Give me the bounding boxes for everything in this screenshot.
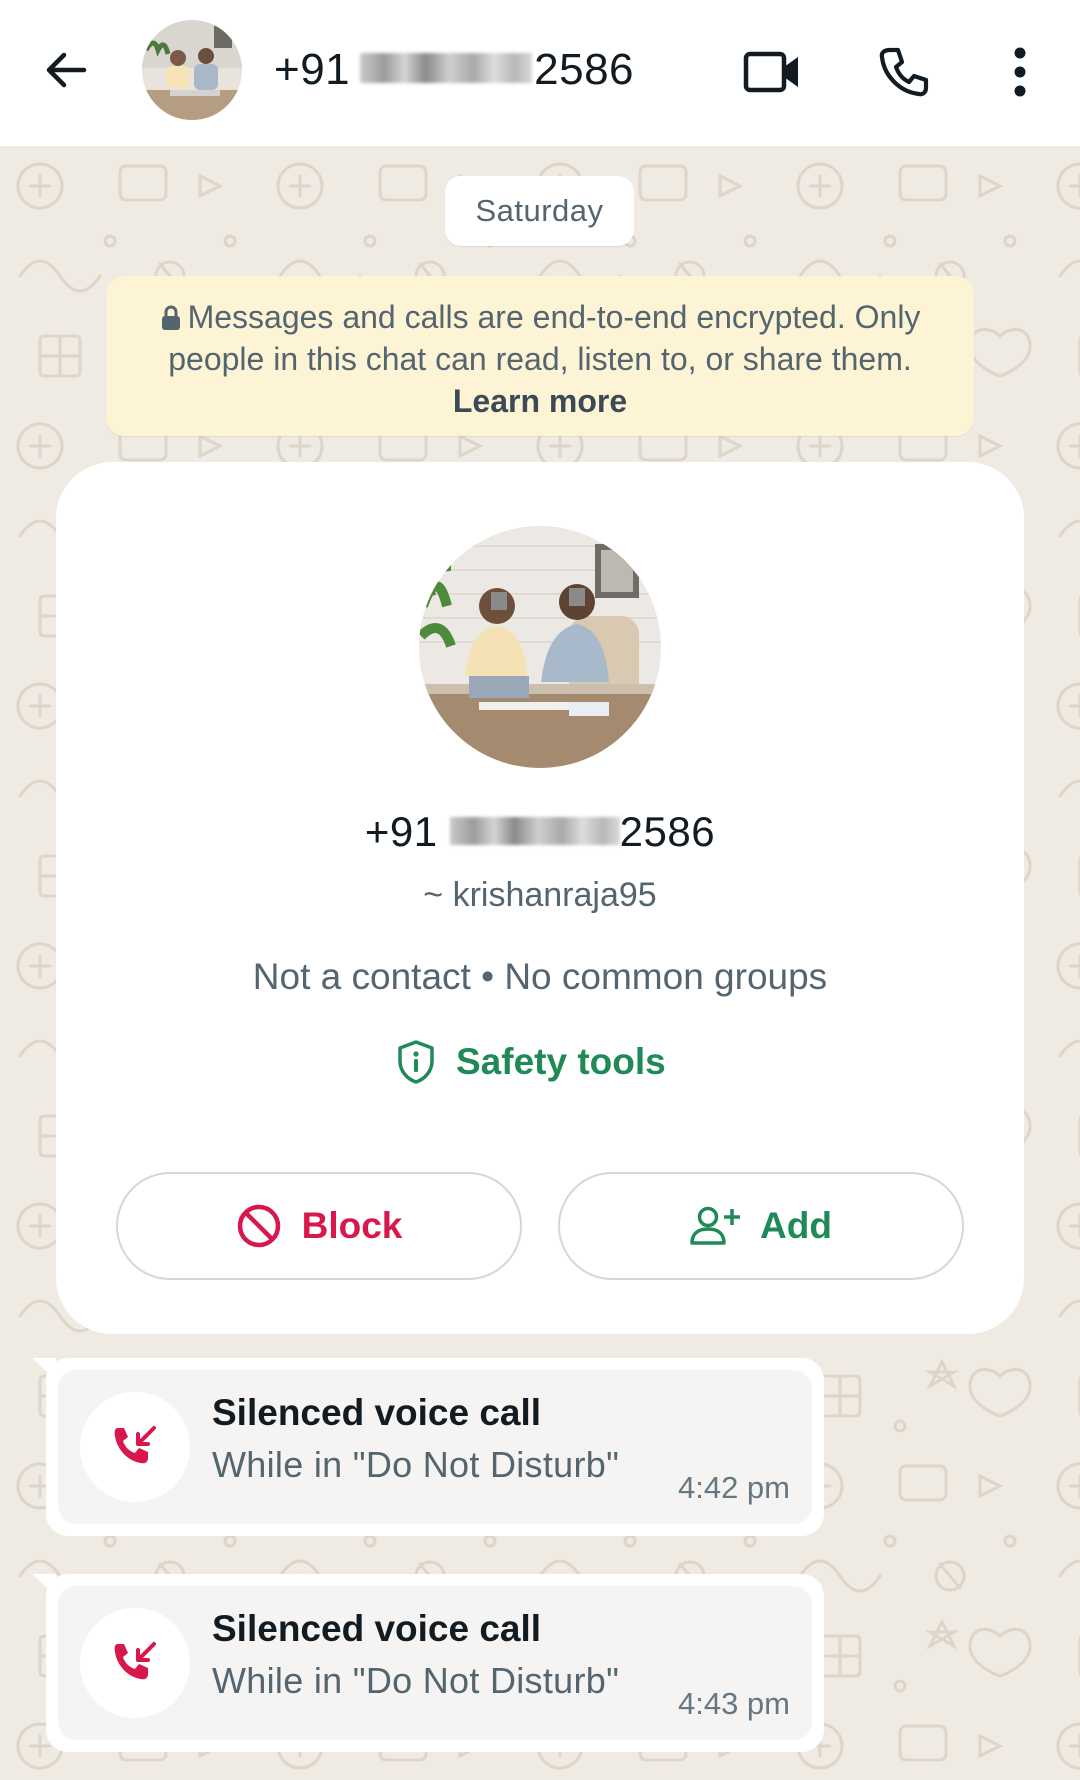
- call-title: Silenced voice call: [212, 1608, 542, 1649]
- call-message-content: Silenced voice call While in "Do Not Dis…: [58, 1586, 812, 1740]
- video-camera-icon: [743, 51, 798, 93]
- redacted-phone-digits: [449, 816, 620, 845]
- contact-info-card: +91 2586 ~ krishanraja95 Not a contact • …: [56, 462, 1024, 1334]
- call-timestamp: 4:43 pm: [677, 1686, 790, 1721]
- encryption-notice[interactable]: Messages and calls are end-to-end encryp…: [106, 276, 974, 436]
- safety-tools-label: Safety tools: [456, 1041, 666, 1082]
- arrow-left-icon: [46, 52, 87, 88]
- add-contact-button[interactable]: Add: [558, 1172, 964, 1280]
- video-call-button[interactable]: [740, 40, 804, 104]
- encryption-notice-text: Messages and calls are end-to-end encryp…: [168, 299, 921, 377]
- add-user-icon: [690, 1206, 741, 1245]
- phone-suffix: 2586: [619, 808, 716, 855]
- contact-phone-number: +91 2586: [56, 806, 1024, 858]
- learn-more-link[interactable]: Learn more: [453, 383, 627, 419]
- call-message[interactable]: Silenced voice call While in "Do Not Dis…: [32, 1358, 824, 1536]
- voice-call-button[interactable]: [872, 40, 936, 104]
- title-prefix: +91: [274, 45, 351, 94]
- chat-header: +91 2586: [0, 0, 1080, 146]
- bubble-tail: [32, 1358, 56, 1380]
- lock-icon: [161, 305, 180, 330]
- profile-photo: [142, 20, 242, 120]
- block-icon: [237, 1204, 280, 1248]
- chat-title[interactable]: +91 2586: [274, 42, 634, 98]
- contact-username: ~ krishanraja95: [423, 876, 657, 914]
- call-subtitle: While in "Do Not Disturb": [212, 1660, 620, 1701]
- call-timestamp: 4:42 pm: [677, 1470, 790, 1505]
- contact-profile-photo[interactable]: [419, 526, 661, 768]
- phone-icon: [879, 47, 929, 97]
- more-vertical-icon: [1014, 47, 1026, 97]
- profile-photo: [419, 526, 661, 768]
- title-suffix: 2586: [534, 45, 635, 94]
- contact-meta: Not a contact • No common groups: [252, 956, 828, 997]
- redacted-phone-digits: [360, 53, 533, 84]
- add-label: Add: [760, 1205, 832, 1246]
- call-subtitle: While in "Do Not Disturb": [212, 1444, 620, 1485]
- back-button[interactable]: [36, 40, 96, 100]
- contact-avatar[interactable]: [142, 20, 242, 120]
- call-title: Silenced voice call: [212, 1392, 542, 1433]
- shield-icon: [398, 1040, 434, 1084]
- block-label: Block: [301, 1205, 403, 1246]
- block-button[interactable]: Block: [116, 1172, 522, 1280]
- missed-call-icon: [114, 1642, 156, 1680]
- call-message[interactable]: Silenced voice call While in "Do Not Dis…: [32, 1574, 824, 1752]
- bubble-tail: [32, 1574, 56, 1596]
- date-separator: Saturday: [445, 176, 634, 246]
- call-message-content: Silenced voice call While in "Do Not Dis…: [58, 1370, 812, 1524]
- missed-call-icon: [114, 1426, 156, 1464]
- call-icon-badge: [80, 1392, 190, 1502]
- call-icon-badge: [80, 1608, 190, 1718]
- phone-prefix: +91: [364, 808, 438, 855]
- safety-tools-link[interactable]: Safety tools: [396, 1032, 666, 1092]
- more-options-button[interactable]: [988, 40, 1052, 104]
